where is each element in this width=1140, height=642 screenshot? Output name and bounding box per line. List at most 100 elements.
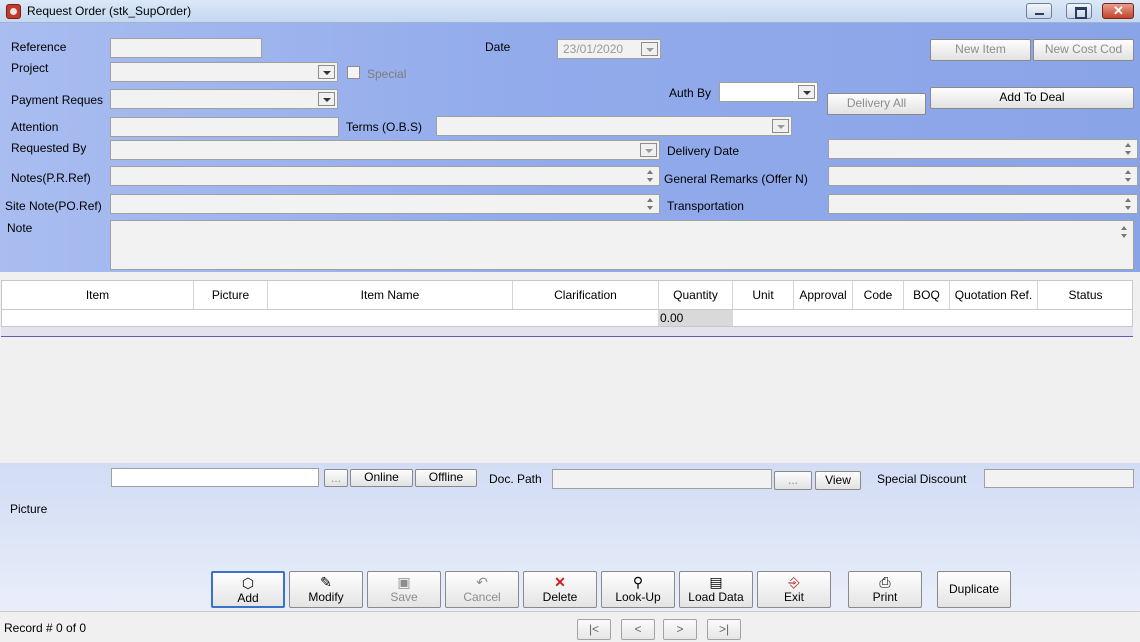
special-checkbox[interactable] [347, 66, 360, 79]
scrollbar[interactable] [1119, 225, 1131, 265]
window-title: Request Order (stk_SupOrder) [27, 4, 192, 18]
browse-doc-button[interactable]: ... [774, 471, 812, 490]
notes-field[interactable] [110, 166, 660, 186]
date-field[interactable]: 23/01/2020 [557, 39, 661, 59]
doc-path-label: Doc. Path [489, 472, 542, 486]
previous-record-button[interactable]: < [621, 619, 655, 640]
load-data-button[interactable]: ▤ Load Data [679, 571, 753, 608]
chevron-down-icon[interactable] [641, 42, 658, 56]
column-header[interactable]: Approval [794, 281, 853, 309]
transportation-field[interactable] [828, 194, 1138, 214]
attention-field[interactable] [110, 117, 339, 137]
special-discount-field[interactable] [984, 469, 1134, 488]
duplicate-button[interactable]: Duplicate [937, 571, 1011, 608]
doc-path-field[interactable] [552, 469, 772, 489]
chevron-down-icon[interactable] [318, 92, 335, 106]
footer-panel: ... Online Offline Doc. Path ... View Sp… [0, 463, 1140, 611]
special-discount-label: Special Discount [877, 472, 967, 486]
spinner-icon[interactable] [645, 169, 657, 184]
status-bar: Record # 0 of 0 |< < > >| [0, 611, 1140, 642]
spinner-icon[interactable] [1123, 142, 1135, 157]
add-button[interactable]: ⬡ Add [211, 571, 285, 608]
new-cost-code-button[interactable]: New Cost Cod [1033, 39, 1134, 61]
save-button[interactable]: ▣ Save [367, 571, 441, 608]
next-record-button[interactable]: > [663, 619, 697, 640]
chevron-down-icon[interactable] [640, 143, 657, 157]
exit-door-icon: ⎆ [788, 574, 800, 590]
terms-label: Terms (O.B.S) [346, 120, 423, 134]
column-header[interactable]: Picture [194, 281, 268, 309]
date-value: 23/01/2020 [563, 42, 624, 56]
requested-by-label: Requested By [11, 141, 87, 155]
site-note-label: Site Note(PO.Ref) [5, 199, 102, 213]
project-select[interactable] [110, 62, 338, 82]
table-row[interactable]: 0.00 [1, 310, 1133, 327]
delivery-all-button[interactable]: Delivery All [827, 93, 926, 115]
print-button[interactable]: ⎙ Print [848, 571, 922, 608]
minimize-button[interactable] [1026, 3, 1052, 19]
column-header[interactable]: Unit [733, 281, 794, 309]
site-note-field[interactable] [110, 194, 660, 214]
column-header[interactable]: Item [2, 281, 194, 309]
auth-by-select[interactable] [719, 82, 818, 102]
first-record-button[interactable]: |< [577, 619, 611, 640]
note-label: Note [7, 221, 33, 235]
picture-path-field[interactable] [111, 468, 319, 487]
chevron-down-icon[interactable] [772, 119, 789, 133]
cancel-button[interactable]: ↶ Cancel [445, 571, 519, 608]
quantity-cell[interactable]: 0.00 [658, 310, 733, 326]
project-label: Project [11, 61, 49, 75]
reference-field[interactable] [110, 38, 262, 58]
column-header[interactable]: Item Name [268, 281, 513, 309]
spinner-icon[interactable] [1123, 197, 1135, 212]
last-record-button[interactable]: >| [707, 619, 741, 640]
column-header[interactable]: Quantity [659, 281, 733, 309]
payment-request-label: Payment Reques [11, 93, 104, 107]
attention-label: Attention [11, 120, 59, 134]
spinner-icon[interactable] [1123, 169, 1135, 184]
auth-by-label: Auth By [669, 86, 712, 100]
new-row[interactable] [1, 327, 1133, 337]
note-textarea[interactable] [110, 220, 1134, 270]
reference-label: Reference [11, 40, 67, 54]
chevron-down-icon[interactable] [798, 85, 815, 99]
online-button[interactable]: Online [350, 469, 413, 487]
spinner-icon[interactable] [645, 197, 657, 212]
general-remarks-field[interactable] [828, 166, 1138, 186]
printer-icon: ⎙ [879, 574, 891, 590]
special-label: Special [367, 67, 407, 81]
new-item-button[interactable]: New Item [930, 39, 1031, 61]
delivery-date-label: Delivery Date [667, 144, 740, 158]
view-button[interactable]: View [815, 471, 861, 490]
modify-icon: ✎ [320, 574, 332, 590]
column-header[interactable]: Quotation Ref. [950, 281, 1038, 309]
notes-label: Notes(P.R.Ref) [11, 171, 91, 185]
delete-button[interactable]: ✕ Delete [523, 571, 597, 608]
modify-button[interactable]: ✎ Modify [289, 571, 363, 608]
browse-picture-button[interactable]: ... [324, 469, 348, 487]
date-label: Date [485, 40, 511, 54]
close-button[interactable] [1102, 3, 1134, 19]
requested-by-select[interactable] [110, 140, 660, 160]
transportation-label: Transportation [667, 199, 744, 213]
add-to-deal-button[interactable]: Add To Deal [930, 87, 1134, 109]
title-bar: Request Order (stk_SupOrder) [0, 0, 1140, 23]
offline-button[interactable]: Offline [415, 469, 477, 487]
payment-request-select[interactable] [110, 89, 338, 109]
load-data-icon: ▤ [709, 574, 723, 590]
record-counter: Record # 0 of 0 [4, 621, 87, 635]
request-order-window: Request Order (stk_SupOrder) Reference D… [0, 0, 1140, 642]
form-header: Reference Date 23/01/2020 New Item New C… [0, 23, 1140, 272]
maximize-button[interactable] [1066, 3, 1092, 19]
terms-select[interactable] [436, 116, 792, 136]
column-header[interactable]: Clarification [513, 281, 659, 309]
exit-button[interactable]: ⎆ Exit [757, 571, 831, 608]
general-remarks-label: General Remarks (Offer N) [664, 172, 808, 186]
picture-label: Picture [10, 502, 48, 516]
chevron-down-icon[interactable] [318, 65, 335, 79]
column-header[interactable]: BOQ [904, 281, 950, 309]
column-header[interactable]: Status [1038, 281, 1133, 309]
delivery-date-field[interactable] [828, 139, 1138, 159]
column-header[interactable]: Code [853, 281, 904, 309]
lookup-button[interactable]: ⚲ Look-Up [601, 571, 675, 608]
